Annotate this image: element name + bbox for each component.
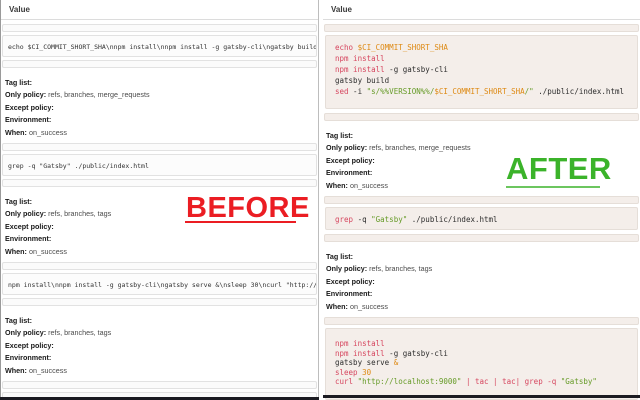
ci-variables-before-after-comparison: Value echo $CI_COMMIT_SHORT_SHA\nnpm ins… [0,0,640,400]
value-column-title: Value [9,5,30,14]
before-underline [185,221,296,223]
empty-value-cell [324,196,639,205]
empty-value-cell [324,234,639,243]
bottom-edge [323,395,640,398]
highlighted-serve-script-value: npm install npm install -g gatsby-cli gats… [325,328,638,400]
empty-value-cell [2,298,317,307]
before-label: BEFORE [186,192,310,224]
empty-value-cell [2,179,317,188]
highlighted-test-script-value: grep -q "Gatsby" ./public/index.html [325,207,638,231]
empty-value-cell [2,381,317,390]
empty-value-cell [324,113,639,121]
raw-build-script-value: echo $CI_COMMIT_SHORT_SHA\nnpm install\n… [2,35,317,57]
job-policy-meta: Tag list: Only policy: refs, branches, ta… [326,252,433,311]
empty-value-cell [324,24,639,32]
highlighted-build-script-value: echo $CI_COMMIT_SHORT_SHA npm install npm … [325,35,638,109]
empty-value-cell [2,262,317,271]
after-underline [506,186,600,188]
empty-value-cell [324,317,639,326]
after-label: AFTER [506,151,612,186]
job-policy-meta: Tag list: Only policy: refs, branches, me… [5,78,150,137]
raw-serve-script-value: npm install\nnpm install -g gatsby-cli\n… [2,273,317,296]
value-column-header: Value [323,0,640,20]
after-panel: Value echo $CI_COMMIT_SHORT_SHA npm insta… [323,0,640,400]
empty-value-cell [2,24,317,32]
raw-test-script-value: grep -q "Gatsby" ./public/index.html [2,154,317,177]
empty-value-cell [2,143,317,152]
value-column-title: Value [331,5,352,14]
job-policy-meta: Tag list: Only policy: refs, branches, ta… [5,316,112,375]
value-column-header: Value [1,0,318,20]
empty-value-cell [2,60,317,68]
